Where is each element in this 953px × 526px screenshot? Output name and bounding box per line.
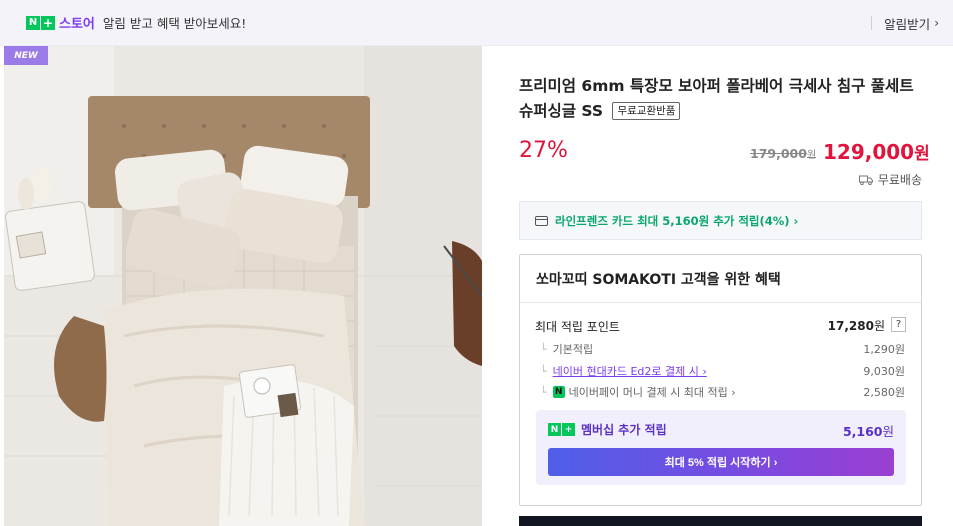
membership-label-row: N + 멤버십 추가 적립 xyxy=(548,421,667,438)
bed-photo-illustration xyxy=(4,46,482,526)
naver-plus-store-logo[interactable]: N + 스토어 xyxy=(26,13,95,32)
top-banner: N + 스토어 알림 받고 혜택 받아보세요! 알림받기 › xyxy=(0,0,953,46)
seller-benefits-panel: 쏘마꼬띠 SOMAKOTI 고객을 위한 혜택 최대 적립 포인트 17,280… xyxy=(519,254,922,506)
divider xyxy=(871,16,873,30)
plus-icon: + xyxy=(41,15,55,30)
alarm-subscribe-button[interactable]: 알림받기 › xyxy=(884,14,939,33)
start-membership-button[interactable]: 최대 5% 적립 시작하기 › xyxy=(548,448,894,476)
banner-message: 알림 받고 혜택 받아보세요! xyxy=(102,16,247,31)
benefits-title: 쏘마꼬띠 SOMAKOTI 고객을 위한 혜택 xyxy=(536,272,781,288)
membership-value-unit: 원 xyxy=(882,424,894,439)
shipping-info: 무료배송 xyxy=(858,171,922,188)
divider xyxy=(520,302,921,303)
new-badge: NEW xyxy=(4,46,48,65)
npay-icon: N xyxy=(552,386,565,398)
card-promo-text: 라인프렌즈 카드 최대 5,160원 추가 적립(4%) › xyxy=(555,213,799,228)
original-price: 179,000원 xyxy=(750,146,816,161)
membership-value: 5,160원 xyxy=(843,421,894,440)
naver-plus-membership-icon: N + xyxy=(548,423,575,436)
original-price-value: 179,000 xyxy=(750,146,807,161)
alarm-button-label: 알림받기 xyxy=(884,16,931,32)
store-logo-text: 스토어 xyxy=(59,17,95,32)
original-price-unit: 원 xyxy=(806,150,817,161)
max-points-label: 최대 적립 포인트 xyxy=(535,320,620,334)
max-points-unit: 원 xyxy=(873,319,885,333)
benefit-item-label: 네이버 현대카드 Ed2로 결제 시 › xyxy=(552,365,707,378)
branch-icon: └ xyxy=(540,385,547,399)
membership-value-number: 5,160 xyxy=(842,424,883,439)
benefit-item-value: 2,580원 xyxy=(863,386,905,399)
membership-benefit: N + 멤버십 추가 적립 5,160원 최대 5% 적립 시작하기 › xyxy=(536,410,906,485)
sale-price-value: 129,000 xyxy=(823,140,915,164)
naver-n-icon: N xyxy=(26,15,40,30)
benefit-item-label: 기본적립 xyxy=(552,343,594,356)
branch-icon: └ xyxy=(540,364,547,378)
benefit-item-npay-money[interactable]: └ N 네이버페이 머니 결제 시 최대 적립 › xyxy=(540,384,736,400)
card-promo-banner[interactable]: 라인프렌즈 카드 최대 5,160원 추가 적립(4%) › xyxy=(519,201,922,240)
max-points-value: 17,280원 xyxy=(828,317,885,334)
free-return-tag[interactable]: 무료교환반품 xyxy=(612,102,681,120)
benefit-item-hyundai-card[interactable]: └ 네이버 현대카드 Ed2로 결제 시 › xyxy=(540,363,707,379)
benefit-item-value: 9,030원 xyxy=(863,365,905,378)
product-title-text: 프리미엄 6mm 특장모 보아퍼 폴라베어 극세사 침구 풀세트 슈퍼싱글 SS xyxy=(519,77,914,120)
discount-rate: 27% xyxy=(519,138,568,163)
shipping-label: 무료배송 xyxy=(877,173,922,187)
chevron-right-icon: › xyxy=(934,16,939,30)
benefit-item-value: 1,290원 xyxy=(863,343,905,356)
truck-icon xyxy=(858,175,873,185)
membership-label: 멤버십 추가 적립 xyxy=(581,423,667,437)
product-title: 프리미엄 6mm 특장모 보아퍼 폴라베어 극세사 침구 풀세트 슈퍼싱글 SS… xyxy=(519,74,919,124)
max-points-number: 17,280 xyxy=(827,319,874,333)
sale-price-unit: 원 xyxy=(914,144,930,164)
next-section-strip xyxy=(519,516,922,526)
benefit-item-basic: └ 기본적립 xyxy=(540,341,593,357)
branch-icon: └ xyxy=(540,342,547,356)
benefit-item-label: 네이버페이 머니 결제 시 최대 적립 › xyxy=(568,386,736,399)
sale-price: 129,000원 xyxy=(823,139,930,164)
credit-card-icon xyxy=(535,215,548,226)
help-icon[interactable]: ? xyxy=(891,317,906,332)
product-image[interactable] xyxy=(4,46,482,526)
